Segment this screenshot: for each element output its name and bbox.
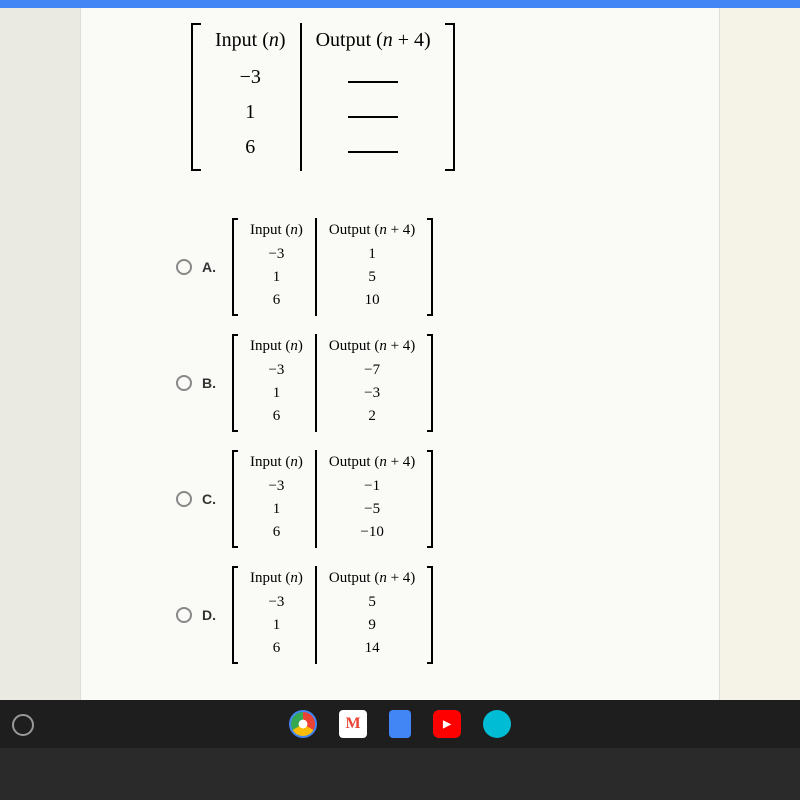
input-cell: 1 (215, 95, 286, 130)
option-label: A. (202, 259, 222, 275)
bracket-right (427, 218, 433, 316)
cell: −5 (329, 498, 415, 521)
option-label: C. (202, 491, 222, 507)
option-table: Input (n) −3 1 6 Output (n + 4) −1 −5 −1… (238, 450, 427, 548)
col-header: Output (n + 4) (329, 454, 415, 475)
col-header: Input (n) (250, 222, 303, 243)
keyboard-edge (0, 748, 800, 800)
screen: « Input (n) −3 1 6 Output (n + 4) (0, 8, 800, 748)
bracket-left (232, 566, 238, 664)
cell: 9 (329, 614, 415, 637)
output-blank[interactable] (316, 60, 431, 95)
cell: 1 (329, 243, 415, 266)
cell: 1 (250, 614, 303, 637)
cell: −10 (329, 521, 415, 544)
radio-button[interactable] (176, 259, 192, 275)
youtube-icon[interactable]: ▶ (433, 710, 461, 738)
bracket-left (232, 450, 238, 548)
output-column: Output (n + 4) (300, 23, 445, 171)
worksheet-content: Input (n) −3 1 6 Output (n + 4) (80, 8, 720, 748)
left-panel: « (0, 8, 80, 748)
cell: 1 (250, 382, 303, 405)
option-table: Input (n) −3 1 6 Output (n + 4) 1 5 10 (238, 218, 427, 316)
radio-button[interactable] (176, 375, 192, 391)
cell: −1 (329, 475, 415, 498)
output-blank[interactable] (316, 130, 431, 165)
cell: −7 (329, 359, 415, 382)
launcher-icon[interactable] (12, 714, 34, 736)
radio-button[interactable] (176, 491, 192, 507)
radio-button[interactable] (176, 607, 192, 623)
cell: 14 (329, 637, 415, 660)
option-table: Input (n) −3 1 6 Output (n + 4) −7 −3 2 (238, 334, 427, 432)
cell: 6 (250, 405, 303, 428)
output-header: Output (n + 4) (316, 29, 431, 60)
output-blank[interactable] (316, 95, 431, 130)
cell: −3 (250, 243, 303, 266)
input-cell: −3 (215, 60, 286, 95)
option-label: B. (202, 375, 222, 391)
option-d[interactable]: D. Input (n) −3 1 6 Outpu (176, 566, 427, 664)
cell: 10 (329, 289, 415, 312)
taskbar: M ▶ (0, 700, 800, 748)
cell: 6 (250, 521, 303, 544)
cell: −3 (250, 359, 303, 382)
cell: 1 (250, 266, 303, 289)
cell: −3 (250, 591, 303, 614)
col-header: Input (n) (250, 454, 303, 475)
bracket-right (445, 23, 455, 171)
answer-options: A. Input (n) −3 1 6 Outpu (176, 218, 427, 682)
option-table: Input (n) −3 1 6 Output (n + 4) 5 9 14 (238, 566, 427, 664)
gmail-icon[interactable]: M (339, 710, 367, 738)
option-b[interactable]: B. Input (n) −3 1 6 Outpu (176, 334, 427, 432)
messages-icon[interactable] (483, 710, 511, 738)
bracket-right (427, 334, 433, 432)
bracket-left (232, 218, 238, 316)
col-header: Input (n) (250, 338, 303, 359)
option-a[interactable]: A. Input (n) −3 1 6 Outpu (176, 218, 427, 316)
chrome-icon[interactable] (289, 710, 317, 738)
bracket-right (427, 566, 433, 664)
device-frame: « Input (n) −3 1 6 Output (n + 4) (0, 8, 800, 800)
input-column: Input (n) −3 1 6 (201, 23, 300, 171)
option-c[interactable]: C. Input (n) −3 1 6 Outpu (176, 450, 427, 548)
browser-tab-strip (0, 0, 800, 8)
input-header: Input (n) (215, 29, 286, 60)
cell: −3 (329, 382, 415, 405)
col-header: Output (n + 4) (329, 222, 415, 243)
bracket-left (191, 23, 201, 171)
bracket-left (232, 334, 238, 432)
bracket-right (427, 450, 433, 548)
cell: 5 (329, 591, 415, 614)
input-cell: 6 (215, 130, 286, 165)
question-table: Input (n) −3 1 6 Output (n + 4) (201, 23, 445, 171)
docs-icon[interactable] (389, 710, 411, 738)
cell: −3 (250, 475, 303, 498)
col-header: Output (n + 4) (329, 570, 415, 591)
cell: 2 (329, 405, 415, 428)
cell: 1 (250, 498, 303, 521)
col-header: Input (n) (250, 570, 303, 591)
option-label: D. (202, 607, 222, 623)
cell: 6 (250, 289, 303, 312)
cell: 6 (250, 637, 303, 660)
cell: 5 (329, 266, 415, 289)
col-header: Output (n + 4) (329, 338, 415, 359)
